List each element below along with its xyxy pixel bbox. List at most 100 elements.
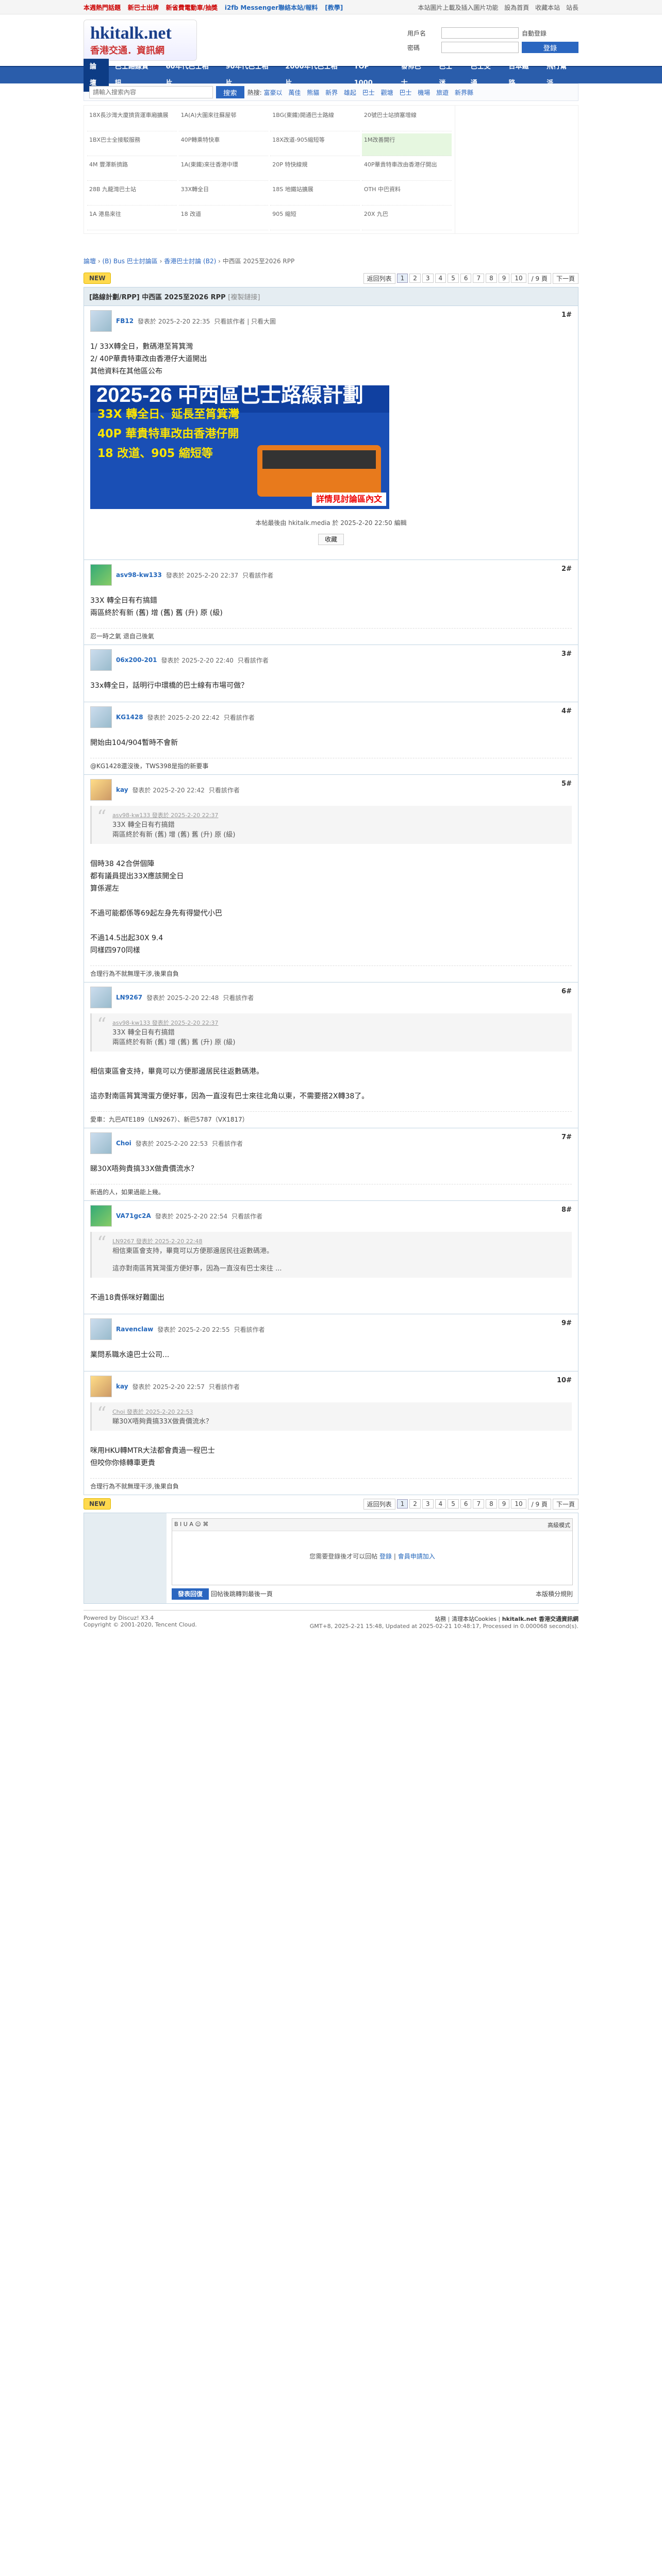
post-filter[interactable]: 只看該作者 xyxy=(212,1139,243,1148)
ad-tile[interactable]: 1M改善開行 xyxy=(361,133,452,156)
avatar[interactable] xyxy=(90,649,112,671)
hot-link[interactable]: 新省費電動車/抽獎 xyxy=(166,4,218,11)
hot-link[interactable]: [教學] xyxy=(325,4,343,11)
nav-item[interactable]: 飛行幫派 xyxy=(540,59,578,92)
copy-link[interactable]: [複製鏈接] xyxy=(228,294,260,301)
top-link[interactable]: 站長 xyxy=(566,4,578,11)
ad-tile[interactable]: 1BX巴士全接駁服務 xyxy=(87,133,177,156)
post-author[interactable]: asv98-kw133 xyxy=(116,571,162,579)
nav-item[interactable]: 發佈巴士 xyxy=(395,59,433,92)
hot-search-link[interactable]: 觀塘 xyxy=(381,89,393,96)
post-filter[interactable]: 只看該作者 xyxy=(209,1382,240,1391)
ad-tile[interactable]: 40P華貴特車改由香港仔開出 xyxy=(361,158,452,181)
avatar[interactable] xyxy=(90,706,112,728)
ad-tile[interactable]: 1A(東鐵)來往香港中環 xyxy=(178,158,269,181)
ad-tile[interactable]: 1A 港島來往 xyxy=(87,208,177,230)
avatar[interactable] xyxy=(90,1318,112,1340)
post-author[interactable]: FB12 xyxy=(116,317,134,325)
rules-link[interactable]: 本版積分規則 xyxy=(536,1589,573,1598)
ad-tile[interactable]: OTH 中巴資料 xyxy=(361,183,452,206)
hot-search-link[interactable]: 巴士 xyxy=(399,89,411,96)
hot-link[interactable]: 新巴士出牌 xyxy=(128,4,159,11)
editor-tools[interactable]: B I U A ☺ ⌘ xyxy=(174,1521,208,1529)
ad-tile[interactable]: 1BG(東鐵)開通巴士路線 xyxy=(270,109,360,131)
nav-item[interactable]: 巴士交通 xyxy=(465,59,503,92)
submit-reply-button[interactable]: 發表回復 xyxy=(172,1588,209,1600)
page-link[interactable]: 5 xyxy=(448,274,459,283)
next-page[interactable]: 下一頁 xyxy=(552,1498,578,1510)
quote-header[interactable]: asv98-kw133 發表於 2025-2-20 22:37 xyxy=(112,1019,564,1027)
avatar[interactable] xyxy=(90,1132,112,1154)
page-link[interactable]: 7 xyxy=(473,274,485,283)
post-filter[interactable]: 只看該作者 xyxy=(223,993,254,1002)
login-button[interactable]: 登錄 xyxy=(522,42,578,53)
avatar[interactable] xyxy=(90,987,112,1008)
ad-tile[interactable]: 20號巴士站擠塞增線 xyxy=(361,109,452,131)
nav-item[interactable]: 2000年代巴士相片 xyxy=(279,59,347,92)
post-author[interactable]: VA71gc2A xyxy=(116,1212,151,1219)
hot-search-link[interactable]: 新界縣 xyxy=(455,89,473,96)
page-link[interactable]: 9 xyxy=(498,274,510,283)
page-link[interactable]: 1 xyxy=(396,1499,408,1509)
avatar[interactable] xyxy=(90,1205,112,1227)
hot-search-link[interactable]: 旅遊 xyxy=(436,89,449,96)
post-filter[interactable]: 只看該作者 xyxy=(231,1212,262,1221)
page-link[interactable]: 10 xyxy=(511,274,526,283)
breadcrumb-item[interactable]: 香港巴士討論 (B2) xyxy=(164,258,216,265)
ad-tile[interactable]: 905 縮短 xyxy=(270,208,360,230)
page-link[interactable]: 4 xyxy=(435,1499,446,1509)
advanced-mode-link[interactable]: 高級模式 xyxy=(548,1521,570,1529)
ad-tile[interactable]: 33X轉全日 xyxy=(178,183,269,206)
nav-item[interactable]: 日本鐵路 xyxy=(503,59,541,92)
ad-tile[interactable]: 20P 特快線規 xyxy=(270,158,360,181)
post-author[interactable]: kay xyxy=(116,1383,128,1390)
breadcrumb-item[interactable]: 論壇 xyxy=(84,258,96,265)
site-logo[interactable]: hkitalk.net 香港交通．資訊網 xyxy=(84,20,197,61)
ad-tile[interactable]: 18S 地鐵站擴展 xyxy=(270,183,360,206)
quote-header[interactable]: asv98-kw133 發表於 2025-2-20 22:37 xyxy=(112,811,564,819)
search-input[interactable] xyxy=(89,86,213,98)
register-link[interactable]: 會員申請加入 xyxy=(398,1553,435,1560)
post-filter[interactable]: 只看該作者 xyxy=(234,1325,265,1334)
post-filter[interactable]: 只看該作者 xyxy=(209,786,240,794)
password-input[interactable] xyxy=(441,42,519,53)
hot-link[interactable]: 本週熱門話題 xyxy=(84,4,121,11)
ad-tile[interactable]: 18X改道-905縮短等 xyxy=(270,133,360,156)
page-link[interactable]: 9 xyxy=(498,1499,510,1509)
page-link[interactable]: 8 xyxy=(486,1499,497,1509)
reply-editor[interactable]: B I U A ☺ ⌘ 高級模式 您需要登錄後才可以回帖 登錄 | 會員申請加入 xyxy=(172,1518,573,1585)
ad-tile[interactable]: 40P轉乘特快車 xyxy=(178,133,269,156)
new-thread-button[interactable]: NEW xyxy=(84,273,111,284)
breadcrumb-item[interactable]: (B) Bus 巴士討論區 xyxy=(102,258,157,265)
auto-login-checkbox[interactable]: 自動登錄 xyxy=(522,29,578,38)
page-link[interactable]: 4 xyxy=(435,274,446,283)
post-author[interactable]: KG1428 xyxy=(116,714,143,721)
footer-link[interactable]: 站務 xyxy=(435,1616,446,1622)
quote-header[interactable]: Choi 發表於 2025-2-20 22:53 xyxy=(112,1408,564,1416)
page-link[interactable]: 2 xyxy=(409,1499,421,1509)
ad-tile[interactable]: 18 改道 xyxy=(178,208,269,230)
page-link[interactable]: 10 xyxy=(511,1499,526,1509)
avatar[interactable] xyxy=(90,1376,112,1397)
back-to-list[interactable]: 返回列表 xyxy=(363,273,395,284)
post-filter[interactable]: 只看該作者 xyxy=(238,656,269,665)
favorite-button[interactable]: 收藏 xyxy=(318,534,344,545)
hot-search-link[interactable]: 熊貓 xyxy=(307,89,319,96)
footer-link[interactable]: 清理本站Cookies xyxy=(452,1616,496,1622)
hot-link[interactable]: i2fb Messenger聯絡本站/報料 xyxy=(225,4,318,11)
search-button[interactable]: 搜索 xyxy=(216,86,244,98)
post-author[interactable]: 06x200-201 xyxy=(116,656,157,664)
ad-tile[interactable]: 1A(A)大圍來往蘇屋邨 xyxy=(178,109,269,131)
username-input[interactable] xyxy=(441,27,519,39)
post-author[interactable]: LN9267 xyxy=(116,994,142,1001)
post-filter[interactable]: 只看該作者 | 只看大圖 xyxy=(214,317,276,326)
hot-search-link[interactable]: 新界 xyxy=(325,89,338,96)
post-filter[interactable]: 只看該作者 xyxy=(242,571,273,580)
page-link[interactable]: 2 xyxy=(409,274,421,283)
ad-tile[interactable]: 20X 九巴 xyxy=(361,208,452,230)
ad-tile[interactable]: 4M 豐澤新擠路 xyxy=(87,158,177,181)
post-author[interactable]: kay xyxy=(116,786,128,793)
avatar[interactable] xyxy=(90,564,112,586)
hot-search-link[interactable]: 雄起 xyxy=(344,89,356,96)
nav-item[interactable]: TOP 1000 xyxy=(348,59,395,92)
